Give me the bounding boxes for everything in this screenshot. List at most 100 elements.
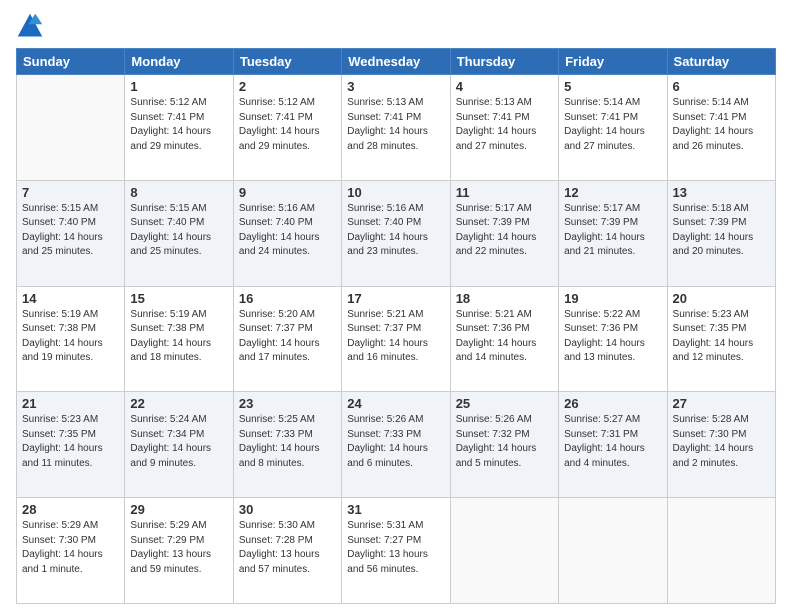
day-number: 6 [673, 79, 770, 94]
calendar-cell: 20 Sunrise: 5:23 AM Sunset: 7:35 PM Dayli… [667, 286, 775, 392]
calendar-cell: 14 Sunrise: 5:19 AM Sunset: 7:38 PM Dayli… [17, 286, 125, 392]
calendar-cell: 4 Sunrise: 5:13 AM Sunset: 7:41 PM Daylig… [450, 75, 558, 181]
weekday-header-thursday: Thursday [450, 49, 558, 75]
page: SundayMondayTuesdayWednesdayThursdayFrid… [0, 0, 792, 612]
day-number: 4 [456, 79, 553, 94]
day-info: Sunrise: 5:14 AM Sunset: 7:41 PM Dayligh… [673, 96, 770, 154]
calendar-cell: 18 Sunrise: 5:21 AM Sunset: 7:36 PM Dayli… [450, 286, 558, 392]
day-info: Sunrise: 5:15 AM Sunset: 7:40 PM Dayligh… [130, 202, 227, 260]
calendar-week-row: 28Sunrise: 5:29 AM Sunset: 7:30 PM Dayli… [17, 498, 776, 604]
day-number: 1 [130, 79, 227, 94]
day-info: Sunrise: 5:22 AM Sunset: 7:36 PM Dayligh… [564, 308, 661, 366]
calendar-cell: 28Sunrise: 5:29 AM Sunset: 7:30 PM Dayli… [17, 498, 125, 604]
day-info: Sunrise: 5:16 AM Sunset: 7:40 PM Dayligh… [239, 202, 336, 260]
day-number: 23 [239, 396, 336, 411]
day-number: 7 [22, 185, 119, 200]
calendar-week-row: 14 Sunrise: 5:19 AM Sunset: 7:38 PM Dayli… [17, 286, 776, 392]
logo-icon [16, 12, 44, 40]
day-number: 11 [456, 185, 553, 200]
day-info: Sunrise: 5:28 AM Sunset: 7:30 PM Dayligh… [673, 413, 770, 471]
day-info: Sunrise: 5:25 AM Sunset: 7:33 PM Dayligh… [239, 413, 336, 471]
day-info: Sunrise: 5:20 AM Sunset: 7:37 PM Dayligh… [239, 308, 336, 366]
calendar-cell [559, 498, 667, 604]
day-number: 9 [239, 185, 336, 200]
calendar-week-row: 1 Sunrise: 5:12 AM Sunset: 7:41 PM Daylig… [17, 75, 776, 181]
calendar-cell: 25 Sunrise: 5:26 AM Sunset: 7:32 PM Dayli… [450, 392, 558, 498]
calendar-cell: 27Sunrise: 5:28 AM Sunset: 7:30 PM Dayli… [667, 392, 775, 498]
calendar-cell: 15 Sunrise: 5:19 AM Sunset: 7:38 PM Dayli… [125, 286, 233, 392]
weekday-header-wednesday: Wednesday [342, 49, 450, 75]
day-info: Sunrise: 5:24 AM Sunset: 7:34 PM Dayligh… [130, 413, 227, 471]
calendar-cell: 24Sunrise: 5:26 AM Sunset: 7:33 PM Dayli… [342, 392, 450, 498]
day-number: 31 [347, 502, 444, 517]
calendar-cell: 22 Sunrise: 5:24 AM Sunset: 7:34 PM Dayli… [125, 392, 233, 498]
calendar-cell: 16 Sunrise: 5:20 AM Sunset: 7:37 PM Dayli… [233, 286, 341, 392]
calendar-cell: 29Sunrise: 5:29 AM Sunset: 7:29 PM Dayli… [125, 498, 233, 604]
calendar-cell: 26 Sunrise: 5:27 AM Sunset: 7:31 PM Dayli… [559, 392, 667, 498]
day-number: 12 [564, 185, 661, 200]
calendar-cell: 12 Sunrise: 5:17 AM Sunset: 7:39 PM Dayli… [559, 180, 667, 286]
calendar-cell: 11 Sunrise: 5:17 AM Sunset: 7:39 PM Dayli… [450, 180, 558, 286]
logo [16, 12, 48, 40]
day-number: 15 [130, 291, 227, 306]
day-info: Sunrise: 5:19 AM Sunset: 7:38 PM Dayligh… [130, 308, 227, 366]
day-info: Sunrise: 5:26 AM Sunset: 7:32 PM Dayligh… [456, 413, 553, 471]
day-number: 19 [564, 291, 661, 306]
weekday-header-row: SundayMondayTuesdayWednesdayThursdayFrid… [17, 49, 776, 75]
day-number: 24 [347, 396, 444, 411]
day-info: Sunrise: 5:17 AM Sunset: 7:39 PM Dayligh… [456, 202, 553, 260]
calendar-cell: 8 Sunrise: 5:15 AM Sunset: 7:40 PM Daylig… [125, 180, 233, 286]
day-number: 2 [239, 79, 336, 94]
calendar-cell: 1 Sunrise: 5:12 AM Sunset: 7:41 PM Daylig… [125, 75, 233, 181]
day-number: 14 [22, 291, 119, 306]
day-info: Sunrise: 5:30 AM Sunset: 7:28 PM Dayligh… [239, 519, 336, 577]
calendar-cell: 3Sunrise: 5:13 AM Sunset: 7:41 PM Daylig… [342, 75, 450, 181]
weekday-header-sunday: Sunday [17, 49, 125, 75]
calendar-cell: 5 Sunrise: 5:14 AM Sunset: 7:41 PM Daylig… [559, 75, 667, 181]
day-number: 30 [239, 502, 336, 517]
day-info: Sunrise: 5:12 AM Sunset: 7:41 PM Dayligh… [130, 96, 227, 154]
calendar-cell [450, 498, 558, 604]
calendar-cell [667, 498, 775, 604]
day-number: 16 [239, 291, 336, 306]
calendar-cell [17, 75, 125, 181]
day-number: 22 [130, 396, 227, 411]
day-info: Sunrise: 5:12 AM Sunset: 7:41 PM Dayligh… [239, 96, 336, 154]
day-info: Sunrise: 5:19 AM Sunset: 7:38 PM Dayligh… [22, 308, 119, 366]
day-number: 8 [130, 185, 227, 200]
day-info: Sunrise: 5:23 AM Sunset: 7:35 PM Dayligh… [22, 413, 119, 471]
day-number: 18 [456, 291, 553, 306]
weekday-header-tuesday: Tuesday [233, 49, 341, 75]
day-info: Sunrise: 5:16 AM Sunset: 7:40 PM Dayligh… [347, 202, 444, 260]
day-info: Sunrise: 5:18 AM Sunset: 7:39 PM Dayligh… [673, 202, 770, 260]
day-info: Sunrise: 5:27 AM Sunset: 7:31 PM Dayligh… [564, 413, 661, 471]
calendar-week-row: 7 Sunrise: 5:15 AM Sunset: 7:40 PM Daylig… [17, 180, 776, 286]
day-number: 3 [347, 79, 444, 94]
weekday-header-friday: Friday [559, 49, 667, 75]
day-number: 25 [456, 396, 553, 411]
day-info: Sunrise: 5:21 AM Sunset: 7:37 PM Dayligh… [347, 308, 444, 366]
day-number: 21 [22, 396, 119, 411]
weekday-header-monday: Monday [125, 49, 233, 75]
day-number: 13 [673, 185, 770, 200]
calendar-cell: 23 Sunrise: 5:25 AM Sunset: 7:33 PM Dayli… [233, 392, 341, 498]
day-info: Sunrise: 5:21 AM Sunset: 7:36 PM Dayligh… [456, 308, 553, 366]
day-number: 17 [347, 291, 444, 306]
calendar-cell: 9 Sunrise: 5:16 AM Sunset: 7:40 PM Daylig… [233, 180, 341, 286]
calendar-table: SundayMondayTuesdayWednesdayThursdayFrid… [16, 48, 776, 604]
calendar-cell: 13 Sunrise: 5:18 AM Sunset: 7:39 PM Dayli… [667, 180, 775, 286]
day-info: Sunrise: 5:14 AM Sunset: 7:41 PM Dayligh… [564, 96, 661, 154]
day-number: 20 [673, 291, 770, 306]
day-info: Sunrise: 5:13 AM Sunset: 7:41 PM Dayligh… [456, 96, 553, 154]
day-number: 26 [564, 396, 661, 411]
calendar-cell: 10Sunrise: 5:16 AM Sunset: 7:40 PM Dayli… [342, 180, 450, 286]
calendar-cell: 17 Sunrise: 5:21 AM Sunset: 7:37 PM Dayli… [342, 286, 450, 392]
calendar-cell: 6 Sunrise: 5:14 AM Sunset: 7:41 PM Daylig… [667, 75, 775, 181]
day-info: Sunrise: 5:17 AM Sunset: 7:39 PM Dayligh… [564, 202, 661, 260]
calendar-week-row: 21 Sunrise: 5:23 AM Sunset: 7:35 PM Dayli… [17, 392, 776, 498]
calendar-cell: 30 Sunrise: 5:30 AM Sunset: 7:28 PM Dayli… [233, 498, 341, 604]
day-info: Sunrise: 5:31 AM Sunset: 7:27 PM Dayligh… [347, 519, 444, 577]
day-info: Sunrise: 5:23 AM Sunset: 7:35 PM Dayligh… [673, 308, 770, 366]
day-number: 5 [564, 79, 661, 94]
day-number: 29 [130, 502, 227, 517]
